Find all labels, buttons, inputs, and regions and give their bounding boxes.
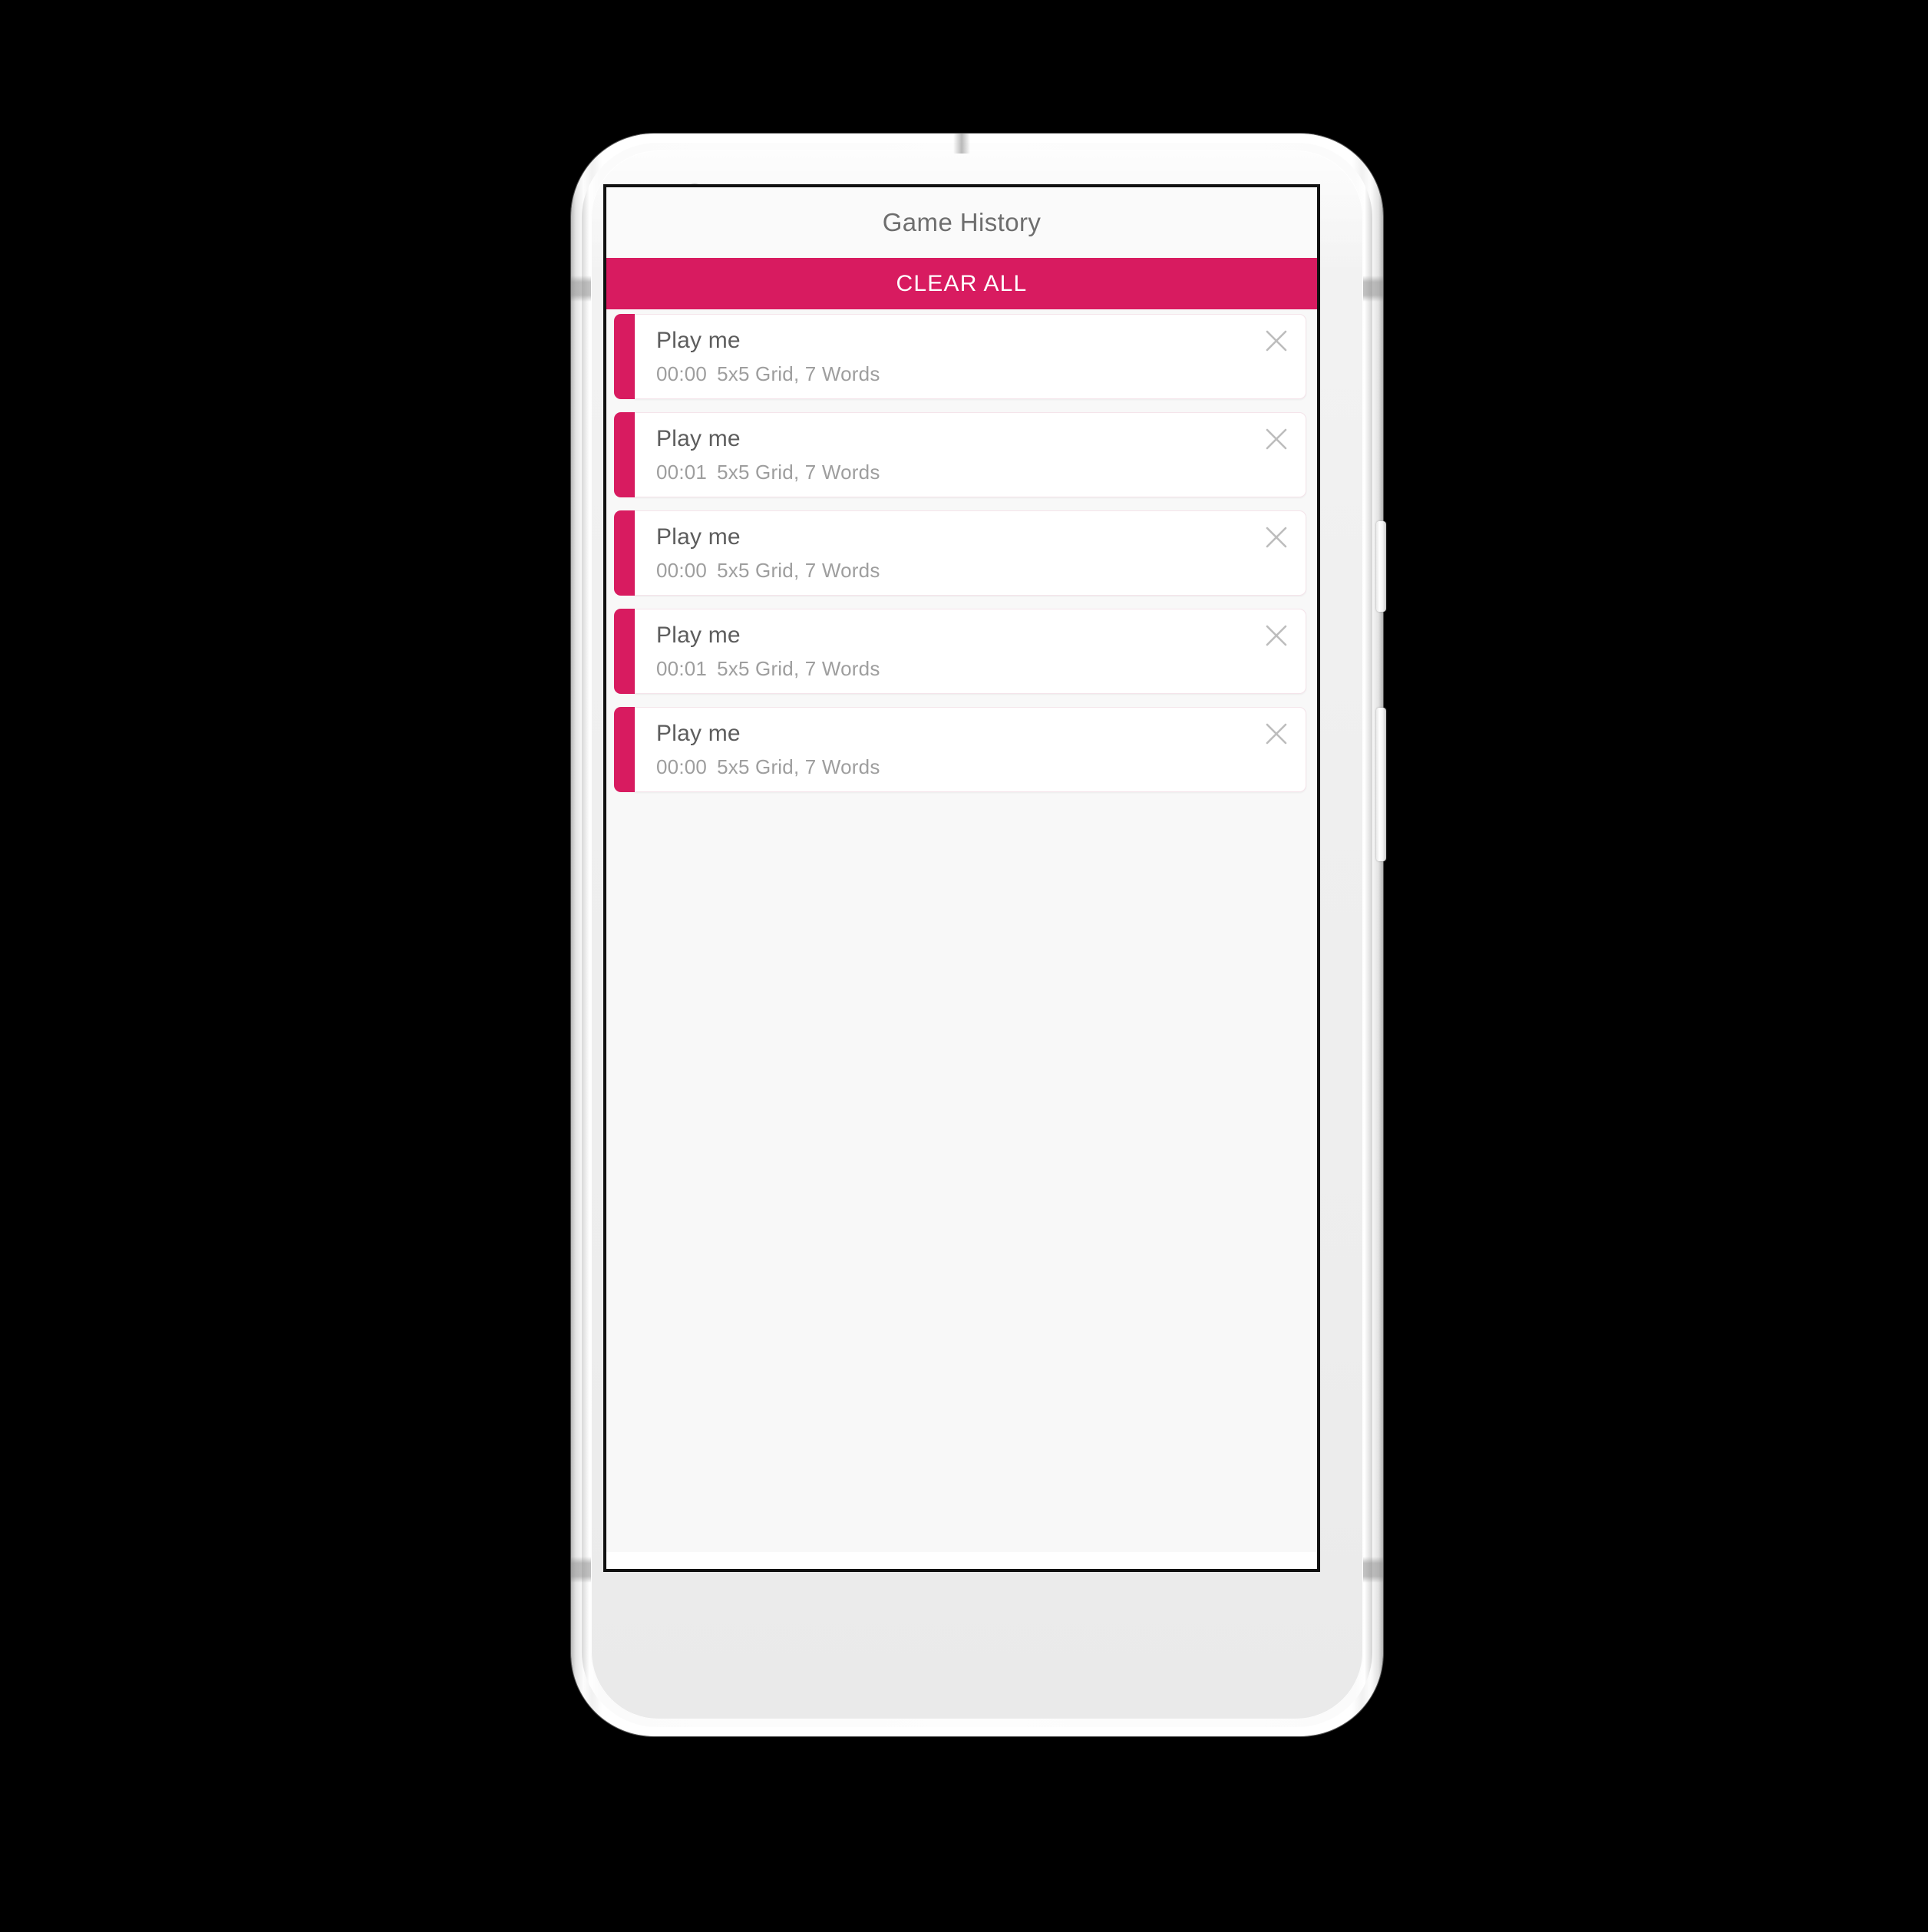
card-body[interactable]: Play me 00:01 5x5 Grid, 7 Words	[635, 609, 1306, 694]
history-card[interactable]: Play me 00:01 5x5 Grid, 7 Words	[614, 609, 1306, 694]
card-details: 5x5 Grid, 7 Words	[717, 362, 880, 385]
card-title: Play me	[656, 623, 741, 649]
volume-rocker-button[interactable]	[1376, 708, 1386, 861]
card-title: Play me	[656, 328, 741, 354]
card-time: 00:01	[656, 460, 708, 484]
clear-all-button[interactable]: CLEAR ALL	[606, 258, 1317, 309]
card-time: 00:00	[656, 755, 708, 778]
antenna-band-top-left	[571, 276, 591, 302]
card-accent-bar	[614, 412, 635, 497]
card-subtitle: 00:00 5x5 Grid, 7 Words	[656, 362, 1306, 386]
screenshot-canvas: Game History CLEAR ALL Play me 00:00 5x5 G…	[0, 0, 1928, 1932]
screen-bottom-strip	[606, 1552, 1317, 1569]
history-card[interactable]: Play me 00:01 5x5 Grid, 7 Words	[614, 412, 1306, 497]
phone-device-mockup: Game History CLEAR ALL Play me 00:00 5x5 G…	[571, 134, 1386, 1736]
antenna-band-bottom-left	[571, 1557, 591, 1583]
card-body[interactable]: Play me 00:00 5x5 Grid, 7 Words	[635, 707, 1306, 792]
card-accent-bar	[614, 609, 635, 694]
card-subtitle: 00:00 5x5 Grid, 7 Words	[656, 755, 1306, 779]
power-button[interactable]	[1376, 521, 1386, 612]
card-details: 5x5 Grid, 7 Words	[717, 558, 880, 582]
card-body[interactable]: Play me 00:01 5x5 Grid, 7 Words	[635, 412, 1306, 497]
card-subtitle: 00:01 5x5 Grid, 7 Words	[656, 657, 1306, 681]
card-body[interactable]: Play me 00:00 5x5 Grid, 7 Words	[635, 314, 1306, 399]
history-card[interactable]: Play me 00:00 5x5 Grid, 7 Words	[614, 707, 1306, 792]
card-subtitle: 00:00 5x5 Grid, 7 Words	[656, 559, 1306, 583]
close-icon[interactable]	[1259, 422, 1293, 456]
app-bar: Game History	[606, 187, 1317, 258]
close-icon[interactable]	[1259, 324, 1293, 358]
card-subtitle: 00:01 5x5 Grid, 7 Words	[656, 461, 1306, 484]
card-title: Play me	[656, 426, 741, 452]
card-time: 00:00	[656, 558, 708, 582]
page-title: Game History	[882, 208, 1042, 236]
card-title: Play me	[656, 721, 741, 747]
card-time: 00:00	[656, 362, 708, 385]
close-icon[interactable]	[1259, 520, 1293, 554]
antenna-band-top-edge	[953, 134, 970, 154]
game-history-list[interactable]: Play me 00:00 5x5 Grid, 7 Words Play me 00:0…	[606, 309, 1317, 1552]
card-details: 5x5 Grid, 7 Words	[717, 755, 880, 778]
card-accent-bar	[614, 707, 635, 792]
card-accent-bar	[614, 510, 635, 596]
close-icon[interactable]	[1259, 619, 1293, 652]
close-icon[interactable]	[1259, 717, 1293, 751]
antenna-band-top-right	[1363, 276, 1383, 302]
antenna-band-bottom-right	[1363, 1557, 1383, 1583]
history-card[interactable]: Play me 00:00 5x5 Grid, 7 Words	[614, 510, 1306, 596]
card-time: 00:01	[656, 656, 708, 680]
card-title: Play me	[656, 524, 741, 550]
card-accent-bar	[614, 314, 635, 399]
card-details: 5x5 Grid, 7 Words	[717, 460, 880, 484]
phone-screen: Game History CLEAR ALL Play me 00:00 5x5 G…	[603, 184, 1320, 1572]
card-details: 5x5 Grid, 7 Words	[717, 656, 880, 680]
card-body[interactable]: Play me 00:00 5x5 Grid, 7 Words	[635, 510, 1306, 596]
history-card[interactable]: Play me 00:00 5x5 Grid, 7 Words	[614, 314, 1306, 399]
clear-all-label: CLEAR ALL	[896, 270, 1028, 296]
